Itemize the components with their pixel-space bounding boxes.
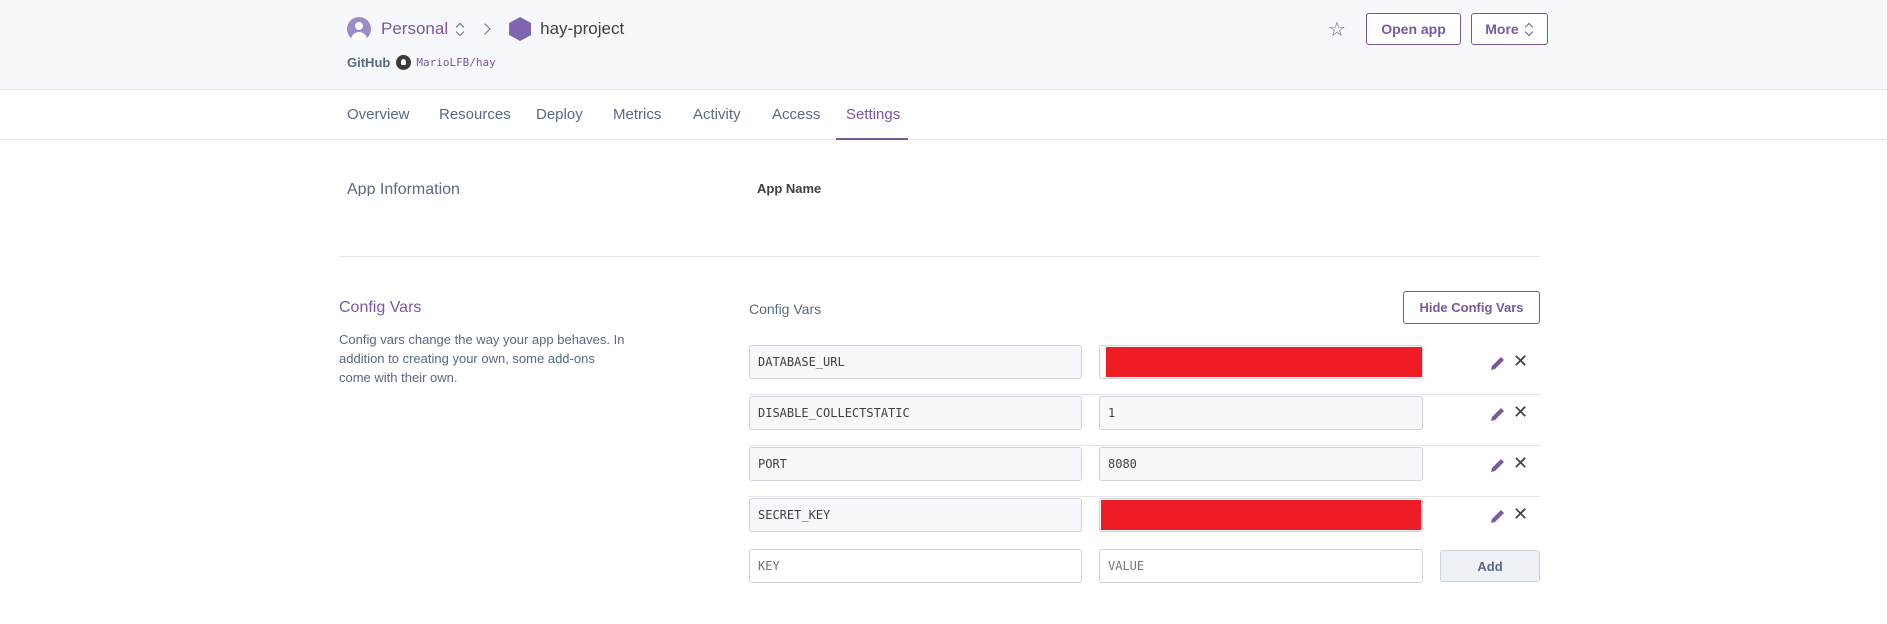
pencil-icon[interactable]: [1489, 405, 1507, 423]
app-hexagon-icon: [509, 17, 532, 41]
tab-resources[interactable]: Resources: [439, 106, 511, 123]
app-tabs: Overview Resources Deploy Metrics Activi…: [0, 90, 1888, 140]
account-switcher[interactable]: Personal: [381, 19, 448, 39]
more-label: More: [1485, 21, 1519, 37]
star-icon[interactable]: ☆: [1328, 17, 1346, 42]
tab-activity[interactable]: Activity: [693, 106, 741, 123]
app-name-label: App Name: [757, 181, 822, 196]
github-connection: GitHub MarioLFB/hay: [347, 55, 496, 70]
add-config-var-button[interactable]: Add: [1440, 550, 1540, 582]
pencil-icon[interactable]: [1489, 456, 1507, 474]
app-information-title: App Information: [347, 181, 460, 196]
tab-access[interactable]: Access: [772, 106, 820, 123]
user-avatar-icon[interactable]: [347, 17, 371, 41]
config-var-value[interactable]: 8080: [1099, 447, 1423, 481]
tab-metrics[interactable]: Metrics: [613, 106, 661, 123]
breadcrumb: Personal hay-project: [347, 16, 624, 42]
close-icon[interactable]: ✕: [1513, 504, 1528, 525]
pencil-icon[interactable]: [1489, 507, 1507, 525]
config-var-row: SECRET_KEY ✕: [749, 498, 1540, 548]
hide-config-vars-button[interactable]: Hide Config Vars: [1403, 291, 1540, 324]
new-value-input[interactable]: [1099, 549, 1423, 583]
section-divider: [339, 256, 1540, 257]
close-icon[interactable]: ✕: [1513, 351, 1528, 372]
updown-chevron-icon[interactable]: [456, 21, 465, 37]
config-var-value[interactable]: [1099, 345, 1423, 379]
redaction-block: [1106, 347, 1422, 377]
project-name: hay-project: [540, 19, 625, 38]
new-config-var-row: Add: [749, 549, 1540, 583]
new-key-input[interactable]: [749, 549, 1082, 583]
config-var-key[interactable]: PORT: [749, 447, 1082, 481]
github-icon: [396, 55, 412, 70]
app-header: Personal hay-project GitHub MarioLFB/hay…: [0, 0, 1888, 90]
close-icon[interactable]: ✕: [1513, 453, 1528, 474]
app-information-section: App Information App Name: [0, 140, 1888, 196]
add-button-label: Add: [1477, 558, 1503, 574]
config-var-key[interactable]: SECRET_KEY: [749, 498, 1082, 532]
hide-config-vars-label: Hide Config Vars: [1419, 300, 1524, 315]
close-icon[interactable]: ✕: [1513, 402, 1528, 423]
config-vars-panel-label: Config Vars: [749, 301, 822, 317]
tab-overview[interactable]: Overview: [347, 106, 410, 123]
chevron-right-icon: [479, 23, 491, 35]
github-repo-link[interactable]: MarioLFB/hay: [416, 56, 495, 69]
config-var-row: DISABLE_COLLECTSTATIC 1 ✕: [749, 396, 1540, 446]
tab-deploy[interactable]: Deploy: [536, 106, 583, 123]
redaction-block: [1101, 500, 1421, 530]
updown-chevron-icon: [1525, 21, 1534, 37]
config-var-row: PORT 8080 ✕: [749, 447, 1540, 497]
tab-settings[interactable]: Settings: [846, 106, 900, 123]
github-label: GitHub: [347, 55, 391, 70]
config-vars-description: Config vars change the way your app beha…: [339, 332, 625, 385]
open-app-label: Open app: [1381, 21, 1446, 37]
more-button[interactable]: More: [1471, 13, 1548, 45]
config-var-row: DATABASE_URL ✕: [749, 345, 1540, 395]
config-var-key[interactable]: DISABLE_COLLECTSTATIC: [749, 396, 1082, 430]
open-app-button[interactable]: Open app: [1366, 13, 1461, 45]
config-var-value[interactable]: [1099, 498, 1423, 532]
pencil-icon[interactable]: [1489, 354, 1507, 372]
config-vars-title: Config Vars: [339, 299, 422, 316]
config-var-key[interactable]: DATABASE_URL: [749, 345, 1082, 379]
config-var-value[interactable]: 1: [1099, 396, 1423, 430]
